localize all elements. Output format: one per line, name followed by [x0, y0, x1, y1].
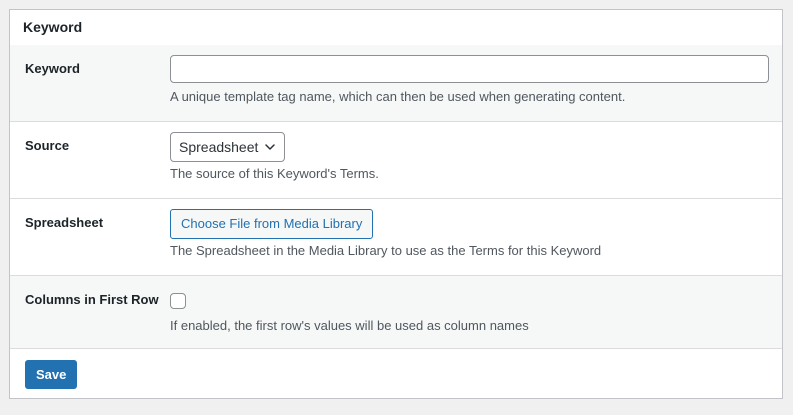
keyword-description: A unique template tag name, which can th… — [170, 89, 626, 104]
choose-file-button[interactable]: Choose File from Media Library — [170, 209, 374, 239]
spreadsheet-label: Spreadsheet — [25, 215, 104, 230]
keyword-settings-panel: Keyword Keyword A unique template tag na… — [9, 9, 783, 399]
keyword-field-group: A unique template tag name, which can th… — [170, 55, 769, 104]
columns-first-row-label: Columns in First Row — [25, 292, 159, 307]
source-description: The source of this Keyword's Terms. — [170, 166, 379, 181]
columns-first-row-checkbox[interactable] — [170, 293, 186, 309]
source-select-value: Spreadsheet — [179, 139, 259, 155]
source-row: Source Spreadsheet The source of this Ke… — [10, 121, 782, 198]
source-select[interactable]: Spreadsheet — [170, 132, 286, 162]
save-button[interactable]: Save — [25, 360, 78, 389]
chevron-down-icon — [265, 144, 276, 150]
spreadsheet-description: The Spreadsheet in the Media Library to … — [170, 243, 602, 258]
columns-first-row-field-group: If enabled, the first row's values will … — [170, 293, 529, 333]
keyword-row: Keyword A unique template tag name, whic… — [10, 45, 782, 121]
spreadsheet-field-group: Choose File from Media Library The Sprea… — [170, 209, 601, 258]
source-field-group: Spreadsheet The source of this Keyword's… — [170, 132, 379, 181]
keyword-input[interactable] — [170, 55, 769, 83]
columns-first-row-description: If enabled, the first row's values will … — [170, 318, 529, 333]
columns-first-row-row: Columns in First Row If enabled, the fir… — [10, 275, 782, 349]
panel-footer: Save — [10, 348, 782, 398]
source-label: Source — [25, 138, 70, 153]
panel-title: Keyword — [23, 19, 83, 35]
keyword-label: Keyword — [25, 61, 80, 76]
spreadsheet-row: Spreadsheet Choose File from Media Libra… — [10, 198, 782, 275]
